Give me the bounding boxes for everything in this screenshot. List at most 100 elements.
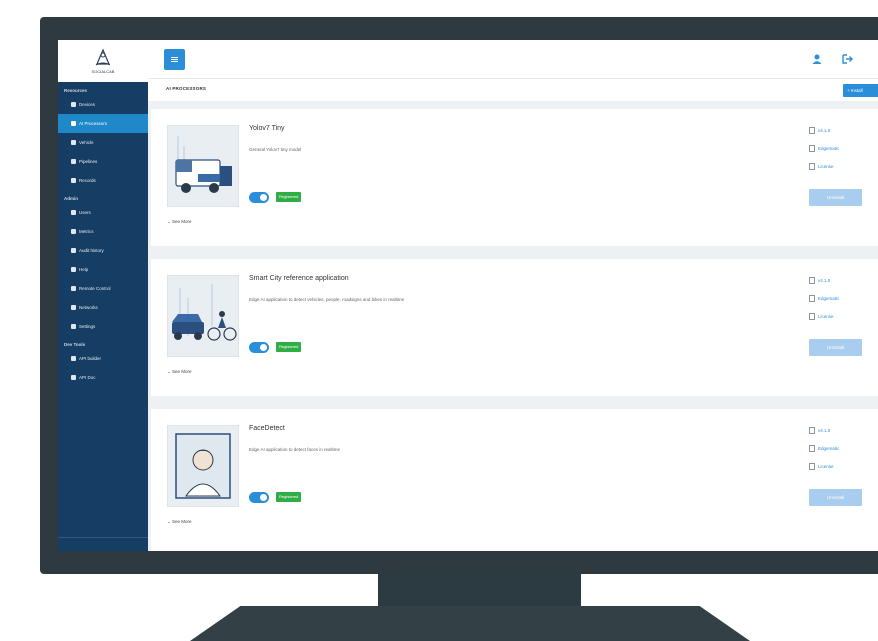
city-scene-icon [172, 284, 237, 341]
see-more-link[interactable]: ⌄ See More [167, 219, 192, 225]
sidebar-item-help[interactable]: Help [58, 260, 148, 279]
license-link[interactable]: License [809, 163, 834, 170]
sidebar-item-label: API Doc [79, 375, 96, 380]
processor-card: FaceDetect Edge AI application to detect… [151, 409, 878, 551]
processor-enable-toggle[interactable] [249, 492, 269, 503]
sidebar-item-label: Vehicle [79, 140, 94, 145]
version-link[interactable]: v4.1.0 [809, 127, 830, 134]
processor-thumbnail [167, 425, 239, 507]
sidebar-item-pipelines[interactable]: Pipelines [58, 152, 148, 171]
sidebar-item-users[interactable]: Users [58, 203, 148, 222]
chip-icon [71, 121, 76, 126]
face-portrait-icon [175, 433, 231, 499]
users-icon [71, 210, 76, 215]
sidebar-item-label: AI Processors [79, 121, 108, 126]
see-more-label: See More [172, 219, 192, 224]
processor-enable-toggle[interactable] [249, 342, 269, 353]
see-more-link[interactable]: ⌄ See More [167, 369, 192, 375]
nav-section-resources: Resources [64, 88, 88, 93]
processor-thumbnail [167, 125, 239, 207]
chevron-down-icon: ⌄ [167, 369, 171, 374]
sidebar-item-settings[interactable]: Settings [58, 317, 148, 336]
processor-description: General Yolov7 tiny model [249, 147, 302, 152]
version-icon [809, 277, 815, 284]
menu-toggle-button[interactable] [164, 49, 185, 70]
top-bar [148, 40, 878, 78]
license-icon [809, 463, 815, 470]
processor-card: Yolov7 Tiny General Yolov7 tiny model Re… [151, 109, 878, 246]
uninstall-button[interactable]: Uninstall [809, 489, 862, 506]
vehicle-icon [71, 140, 76, 145]
sidebar-item-label: Networks [79, 305, 98, 310]
sidebar-item-audit-history[interactable]: Audit history [58, 241, 148, 260]
processor-description: Edge AI application to detect vehicles, … [249, 297, 405, 302]
logo: SOCIALCAB [58, 40, 148, 82]
vendor-label: Edgematic [818, 446, 840, 451]
version-label: v4.1.0 [818, 278, 831, 283]
sidebar-item-label: Remote Control [79, 286, 111, 291]
status-badge: Registered [276, 342, 302, 352]
document-icon [71, 375, 76, 380]
vendor-icon [809, 445, 815, 452]
monitor-base [190, 606, 750, 641]
uninstall-button[interactable]: Uninstall [809, 189, 862, 206]
sidebar-item-label: Audit history [79, 248, 104, 253]
gear-icon [71, 324, 76, 329]
sidebar-item-label: Settings [79, 324, 96, 329]
license-link[interactable]: License [809, 463, 834, 470]
pipeline-icon [71, 159, 76, 164]
license-icon [809, 163, 815, 170]
install-button[interactable]: + Install [843, 84, 878, 97]
sidebar-item-api-doc[interactable]: API Doc [58, 368, 148, 387]
nav-section-admin: Admin [64, 196, 78, 201]
logo-icon [95, 48, 111, 66]
sidebar-item-records[interactable]: Records [58, 171, 148, 190]
help-icon [71, 267, 76, 272]
vendor-label: Edgematic [818, 296, 840, 301]
vendor-label: Edgematic [818, 146, 840, 151]
sidebar-item-remote-control[interactable]: Remote Control [58, 279, 148, 298]
monitor-neck [378, 574, 581, 607]
logo-text: SOCIALCAB [91, 69, 115, 74]
uninstall-button[interactable]: Uninstall [809, 339, 862, 356]
nav-section-dev-tools: Dev Tools [64, 342, 86, 347]
license-label: License [818, 314, 834, 319]
processor-description: Edge AI application to detect faces in r… [249, 447, 341, 452]
sidebar-item-networks[interactable]: Networks [58, 298, 148, 317]
user-icon[interactable] [811, 53, 823, 65]
network-icon [71, 305, 76, 310]
sidebar-item-label: Users [79, 210, 91, 215]
processor-enable-toggle[interactable] [249, 192, 269, 203]
vendor-link[interactable]: Edgematic [809, 445, 839, 452]
sidebar-item-label: Pipelines [79, 159, 98, 164]
app-screen: SOCIALCAB Resources Devices AI Processor… [58, 40, 878, 551]
version-link[interactable]: v4.1.0 [809, 427, 830, 434]
sidebar-item-label: API builder [79, 356, 102, 361]
history-icon [71, 248, 76, 253]
version-link[interactable]: v4.1.0 [809, 277, 830, 284]
vendor-icon [809, 295, 815, 302]
sidebar: SOCIALCAB Resources Devices AI Processor… [58, 40, 148, 551]
license-link[interactable]: License [809, 313, 834, 320]
version-icon [809, 427, 815, 434]
vendor-link[interactable]: Edgematic [809, 145, 839, 152]
license-icon [809, 313, 815, 320]
vendor-link[interactable]: Edgematic [809, 295, 839, 302]
version-label: v4.1.0 [818, 128, 831, 133]
see-more-link[interactable]: ⌄ See More [167, 519, 192, 525]
license-label: License [818, 164, 834, 169]
sidebar-item-api-builder[interactable]: API builder [58, 349, 148, 368]
sidebar-item-vehicle[interactable]: Vehicle [58, 133, 148, 152]
remote-icon [71, 286, 76, 291]
status-badge: Registered [276, 492, 302, 502]
logout-icon[interactable] [841, 53, 853, 65]
breadcrumb: AI PROCESSORS [166, 86, 207, 91]
sidebar-item-label: Metrics [79, 229, 94, 234]
truck-icon [175, 136, 232, 193]
sidebar-item-metrics[interactable]: Metrics [58, 222, 148, 241]
sidebar-item-label: Records [79, 178, 96, 183]
api-builder-icon [71, 356, 76, 361]
processor-title: FaceDetect [249, 425, 285, 432]
sidebar-item-devices[interactable]: Devices [58, 95, 148, 114]
sidebar-item-ai-processors[interactable]: AI Processors [58, 114, 148, 133]
